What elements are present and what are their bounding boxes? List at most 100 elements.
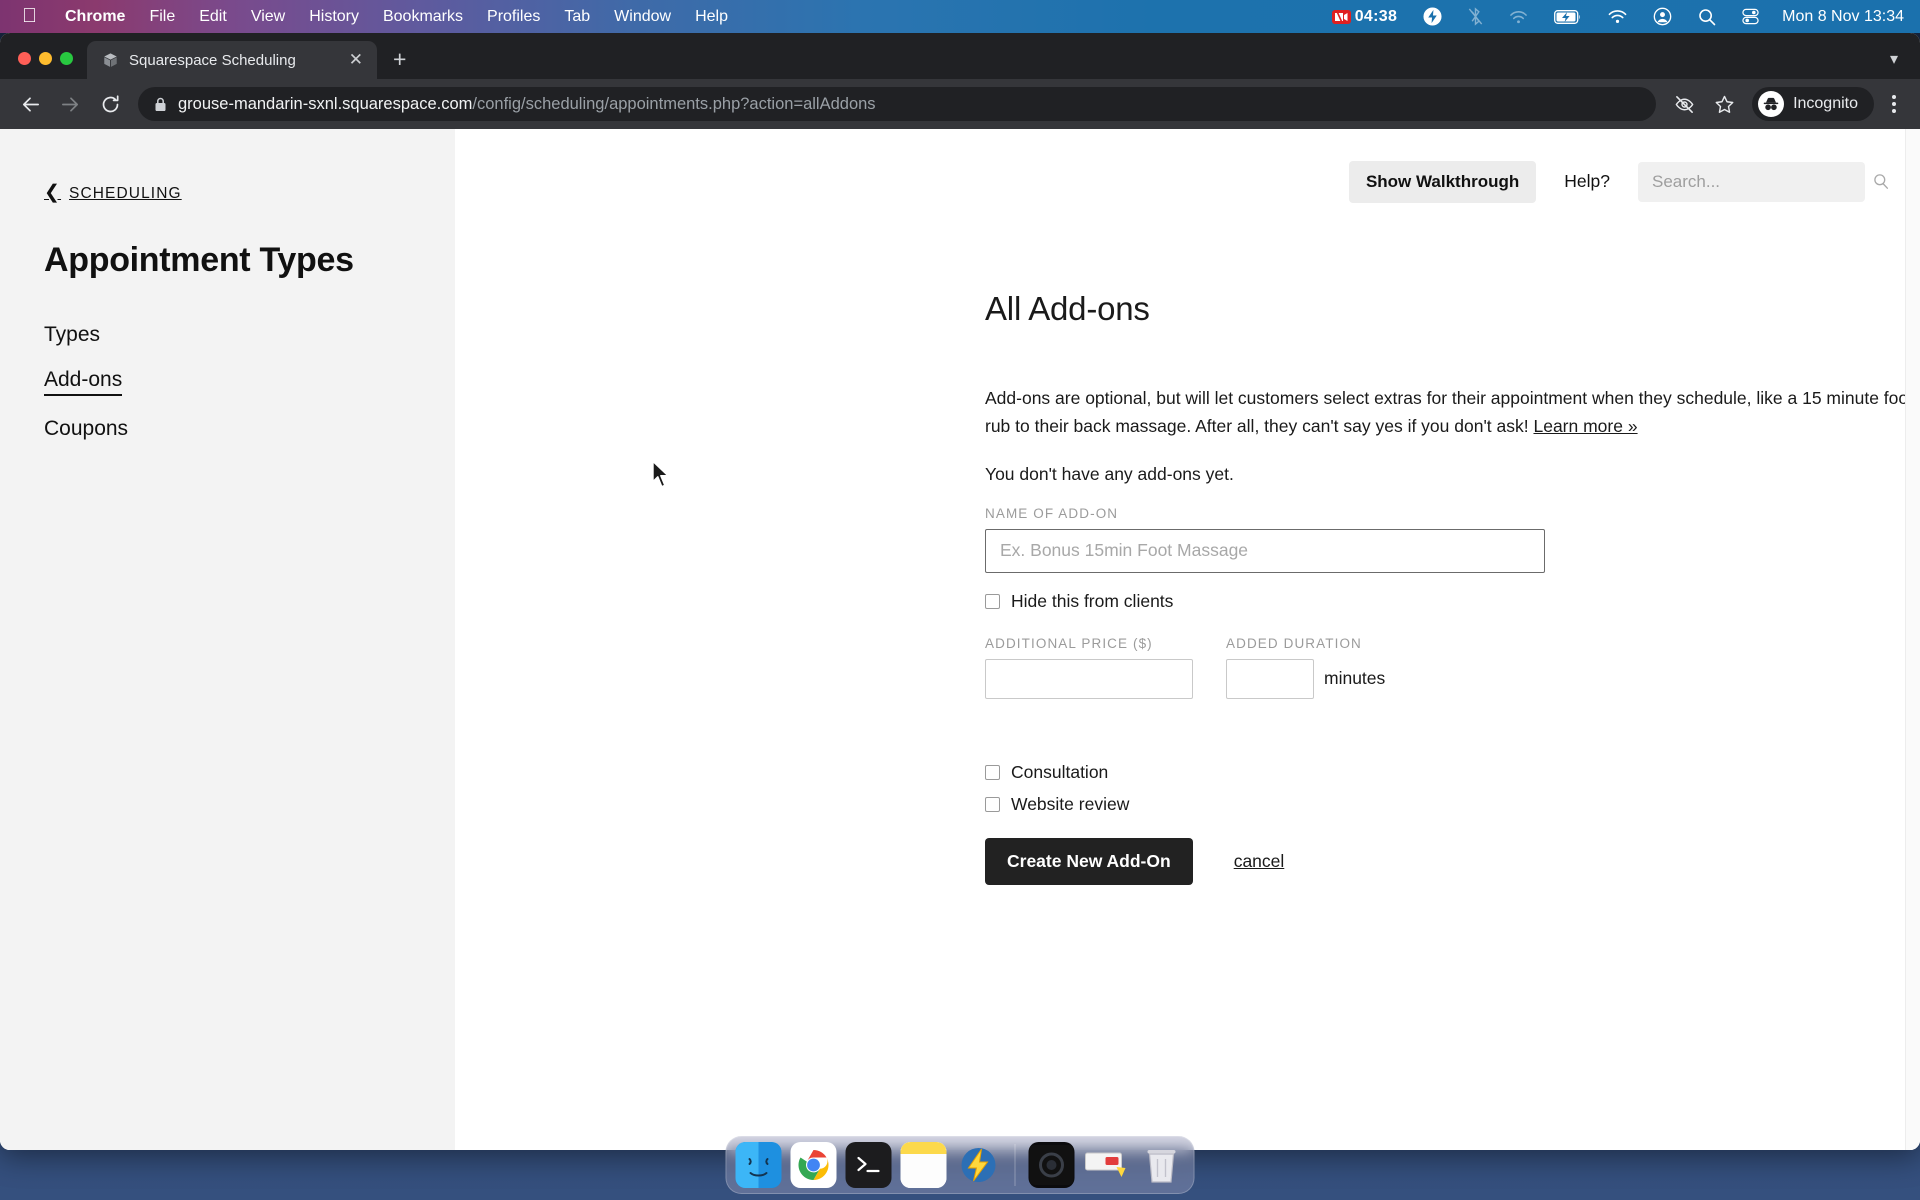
- menu-item-tab[interactable]: Tab: [552, 8, 602, 26]
- plus-icon[interactable]: +: [377, 48, 422, 79]
- toolbar-icon-group: Incognito: [1666, 86, 1906, 122]
- maximize-window-button[interactable]: [60, 52, 73, 65]
- screen-record-status[interactable]: 04:38: [1319, 8, 1410, 26]
- page-viewport: ❮ SCHEDULING Appointment Types Types Add…: [0, 129, 1920, 1150]
- create-addon-form: NAME OF ADD-ON Hide this from clients AD…: [985, 506, 1920, 885]
- addon-name-input[interactable]: [985, 528, 1545, 573]
- close-icon[interactable]: ✕: [345, 50, 367, 70]
- dock-item-finder[interactable]: [735, 1142, 782, 1188]
- incognito-label: Incognito: [1793, 95, 1858, 112]
- sidebar-item-addons[interactable]: Add-ons: [44, 368, 123, 396]
- all-addons-heading: All Add-ons: [985, 290, 1150, 327]
- learn-more-link[interactable]: Learn more »: [1533, 416, 1637, 436]
- menu-item-help[interactable]: Help: [683, 8, 740, 26]
- control-center-icon[interactable]: [1729, 8, 1772, 25]
- menu-item-profiles[interactable]: Profiles: [475, 8, 552, 26]
- menu-item-chrome[interactable]: Chrome: [53, 8, 137, 26]
- website-review-label: Website review: [1011, 793, 1130, 814]
- search-box[interactable]: [1638, 161, 1889, 202]
- dock-separator: [1014, 1144, 1016, 1186]
- minutes-label: minutes: [1324, 668, 1386, 689]
- duration-input-wrap: minutes: [1226, 658, 1386, 699]
- sidebar-nav: Types Add-ons Coupons: [44, 323, 455, 441]
- appointment-type-checkboxes: Consultation Website review: [985, 762, 1920, 815]
- chevron-down-icon[interactable]: ▾: [1890, 49, 1920, 79]
- box-icon: [101, 51, 119, 69]
- wifi-icon[interactable]: [1595, 9, 1640, 24]
- show-walkthrough-button[interactable]: Show Walkthrough: [1348, 160, 1537, 203]
- macos-dock: [725, 1136, 1195, 1194]
- intro-text: Add-ons are optional, but will let custo…: [985, 388, 1913, 437]
- additional-price-field: ADDITIONAL PRICE ($): [985, 636, 1193, 699]
- chrome-browser-window: Squarespace Scheduling ✕ + ▾ grouse-mand…: [0, 33, 1920, 1150]
- website-review-checkbox[interactable]: [985, 796, 1000, 812]
- magnifier-icon: [1873, 173, 1890, 190]
- menu-item-history[interactable]: History: [297, 8, 371, 26]
- dock-item-chrome[interactable]: [790, 1142, 837, 1188]
- page-sidebar: ❮ SCHEDULING Appointment Types Types Add…: [0, 129, 455, 1150]
- minimize-window-button[interactable]: [39, 52, 52, 65]
- dock-item-thunder-app[interactable]: [956, 1142, 1002, 1188]
- address-bar[interactable]: grouse-mandarin-sxnl.squarespace.com/con…: [138, 87, 1657, 121]
- added-duration-input[interactable]: [1226, 658, 1314, 699]
- form-actions: Create New Add-On cancel: [985, 837, 1920, 885]
- content-body: All Add-ons Add-ons are optional, but wi…: [455, 290, 1920, 885]
- dock-item-stickies[interactable]: [1084, 1142, 1130, 1188]
- star-bookmark-icon[interactable]: [1706, 86, 1742, 122]
- menu-bar-datetime[interactable]: Mon 8 Nov 13:34: [1772, 8, 1904, 26]
- menu-item-file[interactable]: File: [137, 8, 187, 26]
- additional-price-label: ADDITIONAL PRICE ($): [985, 635, 1153, 651]
- search-input[interactable]: [1652, 171, 1873, 192]
- price-duration-row: ADDITIONAL PRICE ($) ADDED DURATION minu…: [985, 636, 1920, 699]
- macos-menu-bar:  Chrome File Edit View History Bookmark…: [0, 0, 1920, 33]
- close-window-button[interactable]: [18, 52, 31, 65]
- browser-tab-strip: Squarespace Scheduling ✕ + ▾: [0, 33, 1920, 79]
- eye-crossed-icon[interactable]: [1666, 86, 1702, 122]
- arrow-left-icon[interactable]: [10, 84, 50, 124]
- reload-icon[interactable]: [90, 84, 130, 124]
- incognito-profile-button[interactable]: Incognito: [1752, 87, 1874, 121]
- added-duration-label: ADDED DURATION: [1226, 635, 1362, 651]
- sidebar-item-types[interactable]: Types: [44, 323, 100, 347]
- sidebar-back-label: SCHEDULING: [69, 184, 182, 202]
- wifi-weak-icon[interactable]: [1496, 10, 1541, 24]
- menu-item-bookmarks[interactable]: Bookmarks: [371, 8, 475, 26]
- additional-price-input[interactable]: [985, 658, 1193, 699]
- search-icon[interactable]: [1685, 8, 1729, 26]
- browser-tab[interactable]: Squarespace Scheduling ✕: [87, 41, 377, 79]
- menu-item-view[interactable]: View: [239, 8, 297, 26]
- dock-item-photos[interactable]: [1028, 1142, 1075, 1188]
- dock-item-trash[interactable]: [1139, 1142, 1185, 1188]
- intro-paragraph: Add-ons are optional, but will let custo…: [985, 384, 1920, 441]
- help-link[interactable]: Help?: [1564, 171, 1610, 192]
- bolt-icon[interactable]: [1410, 7, 1455, 26]
- consultation-checkbox[interactable]: [985, 764, 1000, 780]
- kebab-menu-icon[interactable]: [1878, 95, 1906, 113]
- dock-item-notes[interactable]: [900, 1142, 947, 1188]
- menu-bar-status-area: 04:38 Mon 8 Nov 13:34: [1319, 7, 1920, 26]
- page-scrollbar[interactable]: [1905, 129, 1920, 1150]
- recording-time: 04:38: [1354, 7, 1398, 25]
- apple-logo-icon[interactable]: : [0, 6, 53, 26]
- page-content: Show Walkthrough Help? All Add-ons Add-o…: [455, 129, 1920, 1150]
- address-bar-text: grouse-mandarin-sxnl.squarespace.com/con…: [178, 95, 876, 114]
- bluetooth-off-icon[interactable]: [1455, 7, 1496, 26]
- sidebar-back-link[interactable]: ❮ SCHEDULING: [44, 183, 455, 203]
- hide-from-clients-row[interactable]: Hide this from clients: [985, 591, 1920, 612]
- sidebar-item-coupons[interactable]: Coupons: [44, 417, 128, 441]
- cancel-link[interactable]: cancel: [1234, 851, 1285, 872]
- menu-item-edit[interactable]: Edit: [187, 8, 239, 26]
- siri-icon[interactable]: [1640, 7, 1685, 26]
- hide-from-clients-label: Hide this from clients: [1011, 590, 1174, 611]
- consultation-label: Consultation: [1011, 761, 1109, 782]
- appointment-type-row[interactable]: Website review: [985, 794, 1920, 815]
- lock-icon: [154, 97, 168, 112]
- dock-item-terminal[interactable]: [845, 1142, 892, 1188]
- menu-item-window[interactable]: Window: [602, 8, 683, 26]
- appointment-type-row[interactable]: Consultation: [985, 762, 1920, 783]
- battery-charging-icon[interactable]: [1541, 9, 1595, 24]
- hide-from-clients-checkbox[interactable]: [985, 593, 1000, 609]
- screen-record-icon: [1331, 9, 1351, 24]
- create-new-addon-button[interactable]: Create New Add-On: [985, 837, 1193, 885]
- page-title: Appointment Types: [44, 241, 354, 279]
